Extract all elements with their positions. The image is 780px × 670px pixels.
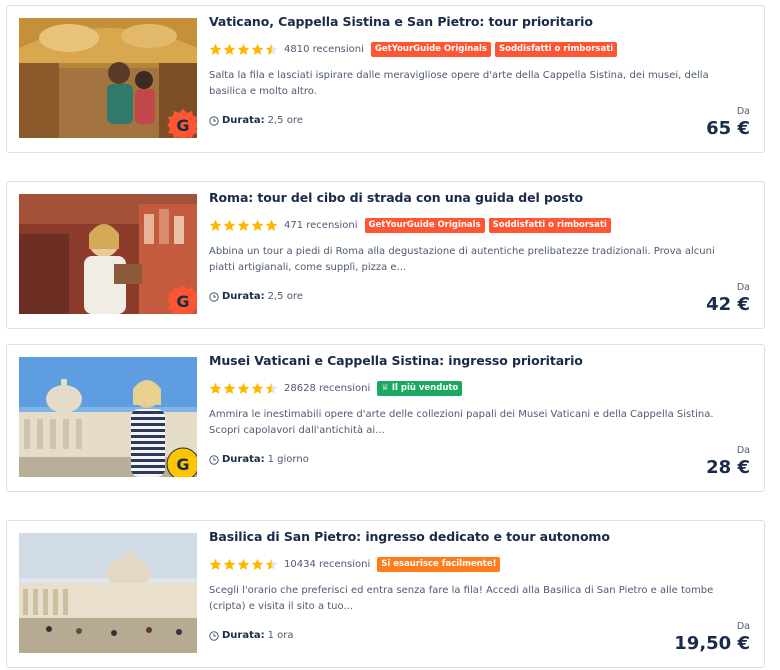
star-half-icon: [265, 558, 278, 570]
price-value: 65 €: [706, 118, 750, 139]
review-count[interactable]: 4810 recensioni: [284, 44, 364, 55]
star-half-icon: [265, 43, 278, 55]
bestseller-tag: ♕ Il più venduto: [377, 380, 463, 396]
clock-icon: [209, 630, 219, 641]
tour-title[interactable]: Vaticano, Cappella Sistina e San Pietro:…: [209, 14, 593, 29]
tour-image[interactable]: G: [19, 18, 197, 138]
tour-duration: Durata: 1 giorno: [209, 454, 309, 465]
originals-badge-icon: G: [166, 447, 197, 477]
star-full-icon: [223, 558, 236, 570]
tour-image[interactable]: G: [19, 357, 197, 477]
tour-duration: Durata: 2,5 ore: [209, 291, 303, 302]
star-full-icon: [237, 219, 250, 231]
star-full-icon: [223, 43, 236, 55]
rating-row: 10434 recensioni Si esaurisce facilmente…: [209, 556, 501, 572]
tour-card[interactable]: G Vaticano, Cappella Sistina e San Pietr…: [6, 5, 765, 153]
star-full-icon: [209, 43, 222, 55]
tour-image[interactable]: [19, 533, 197, 653]
duration-value: 2,5 ore: [267, 115, 303, 126]
clock-icon: [209, 291, 219, 302]
star-full-icon: [209, 558, 222, 570]
duration-label: Durata:: [222, 630, 265, 641]
price-block: Da 19,50 €: [674, 621, 750, 655]
clock-icon: [209, 454, 219, 465]
clock-icon: [209, 115, 219, 126]
star-full-icon: [223, 382, 236, 394]
tour-title[interactable]: Musei Vaticani e Cappella Sistina: ingre…: [209, 353, 583, 368]
tour-card[interactable]: Basilica di San Pietro: ingresso dedicat…: [6, 520, 765, 668]
tour-card[interactable]: G Musei Vaticani e Cappella Sistina: ing…: [6, 344, 765, 492]
originals-badge-icon: G: [167, 109, 197, 138]
star-full-icon: [251, 219, 264, 231]
tour-description: Salta la fila e lasciati ispirare dalle …: [209, 70, 709, 97]
star-full-icon: [251, 43, 264, 55]
refund-tag: Soddisfatti o rimborsati: [488, 217, 611, 233]
tour-description: Abbina un tour a piedi di Roma alla degu…: [209, 246, 715, 273]
price-value: 42 €: [706, 294, 750, 315]
star-full-icon: [223, 219, 236, 231]
star-full-icon: [209, 219, 222, 231]
svg-text:G: G: [176, 455, 189, 474]
tour-duration: Durata: 1 ora: [209, 630, 294, 641]
star-full-icon: [237, 43, 250, 55]
star-full-icon: [265, 219, 278, 231]
star-full-icon: [237, 382, 250, 394]
price-block: Da 65 €: [706, 106, 750, 140]
tour-title[interactable]: Roma: tour del cibo di strada con una gu…: [209, 190, 583, 205]
price-block: Da 42 €: [706, 282, 750, 316]
svg-text:G: G: [176, 116, 189, 135]
price-from-label: Da: [736, 282, 750, 293]
price-from-label: Da: [736, 106, 750, 117]
rating-row: 4810 recensioni GetYourGuide Originals S…: [209, 41, 618, 57]
duration-label: Durata:: [222, 291, 265, 302]
price-value: 19,50 €: [674, 633, 750, 654]
rating-row: 471 recensioni GetYourGuide Originals So…: [209, 217, 611, 233]
duration-value: 1 giorno: [267, 454, 309, 465]
star-full-icon: [237, 558, 250, 570]
duration-label: Durata:: [222, 454, 265, 465]
star-rating: [209, 558, 278, 571]
tour-image[interactable]: G: [19, 194, 197, 314]
star-rating: [209, 382, 278, 395]
rating-row: 28628 recensioni ♕ Il più venduto: [209, 380, 463, 396]
star-rating: [209, 43, 278, 56]
star-full-icon: [251, 382, 264, 394]
review-count[interactable]: 28628 recensioni: [284, 383, 370, 394]
originals-tag: GetYourGuide Originals: [370, 41, 491, 57]
refund-tag: Soddisfatti o rimborsati: [495, 41, 618, 57]
tour-card[interactable]: G Roma: tour del cibo di strada con una …: [6, 181, 765, 329]
price-from-label: Da: [736, 621, 750, 632]
review-count[interactable]: 471 recensioni: [284, 220, 358, 231]
price-from-label: Da: [736, 445, 750, 456]
tour-duration: Durata: 2,5 ore: [209, 115, 303, 126]
duration-value: 2,5 ore: [267, 291, 303, 302]
review-count[interactable]: 10434 recensioni: [284, 559, 370, 570]
originals-badge-icon: G: [167, 285, 197, 314]
star-half-icon: [265, 382, 278, 394]
star-full-icon: [209, 382, 222, 394]
duration-value: 1 ora: [267, 630, 294, 641]
tour-title[interactable]: Basilica di San Pietro: ingresso dedicat…: [209, 529, 610, 544]
tour-description: Ammira le inestimabili opere d'arte dell…: [209, 409, 714, 436]
tour-description: Scegli l'orario che preferisci ed entra …: [209, 585, 714, 612]
price-block: Da 28 €: [706, 445, 750, 479]
star-rating: [209, 219, 278, 232]
likely-to-sell-out-tag: Si esaurisce facilmente!: [377, 556, 501, 572]
originals-tag: GetYourGuide Originals: [364, 217, 485, 233]
duration-label: Durata:: [222, 115, 265, 126]
price-value: 28 €: [706, 457, 750, 478]
svg-text:G: G: [176, 292, 189, 311]
star-full-icon: [251, 558, 264, 570]
